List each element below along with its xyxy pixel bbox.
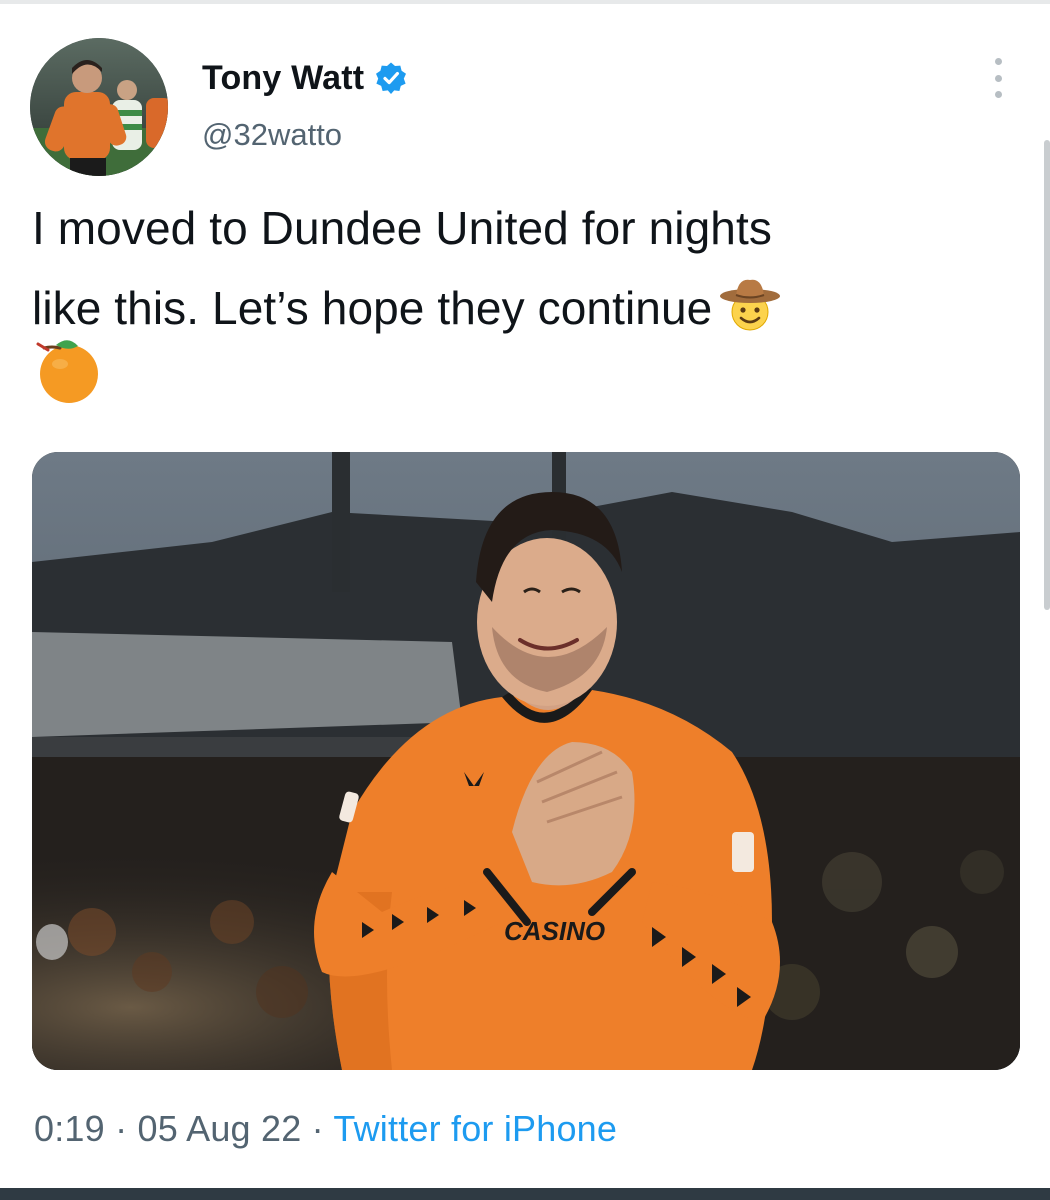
tweet-text-line-2: like this. Let’s hope they continue [32, 282, 713, 334]
bottom-edge [0, 1188, 1050, 1200]
more-options-icon[interactable] [984, 58, 1012, 98]
tweet-time[interactable]: 0:19 [34, 1108, 105, 1149]
meta-separator: · [104, 1108, 138, 1149]
scrollbar[interactable] [1044, 140, 1050, 610]
tweet-source-link[interactable]: Twitter for iPhone [333, 1108, 617, 1149]
author-row: Tony Watt [202, 56, 408, 100]
meta-separator: · [301, 1108, 334, 1149]
tweet-date[interactable]: 05 Aug 22 [137, 1108, 301, 1149]
cowboy-emoji-icon [718, 272, 782, 336]
tangerine-emoji-icon [32, 336, 102, 406]
display-name[interactable]: Tony Watt [202, 59, 364, 98]
tweet-text: I moved to Dundee United for nights like… [32, 188, 1022, 348]
jersey-sponsor-text: CASINO [504, 916, 605, 946]
avatar[interactable] [30, 38, 168, 176]
author-handle[interactable]: @32watto [202, 117, 342, 153]
tweet-text-line-1: I moved to Dundee United for nights [32, 202, 772, 254]
tweet-photo[interactable]: CASINO [32, 452, 1020, 1070]
tweet-meta: 0:19 · 05 Aug 22 · Twitter for iPhone [34, 1108, 617, 1150]
tweet: Tony Watt @32watto I moved to Dundee Uni… [0, 0, 1040, 1190]
verified-badge-icon [374, 61, 408, 95]
